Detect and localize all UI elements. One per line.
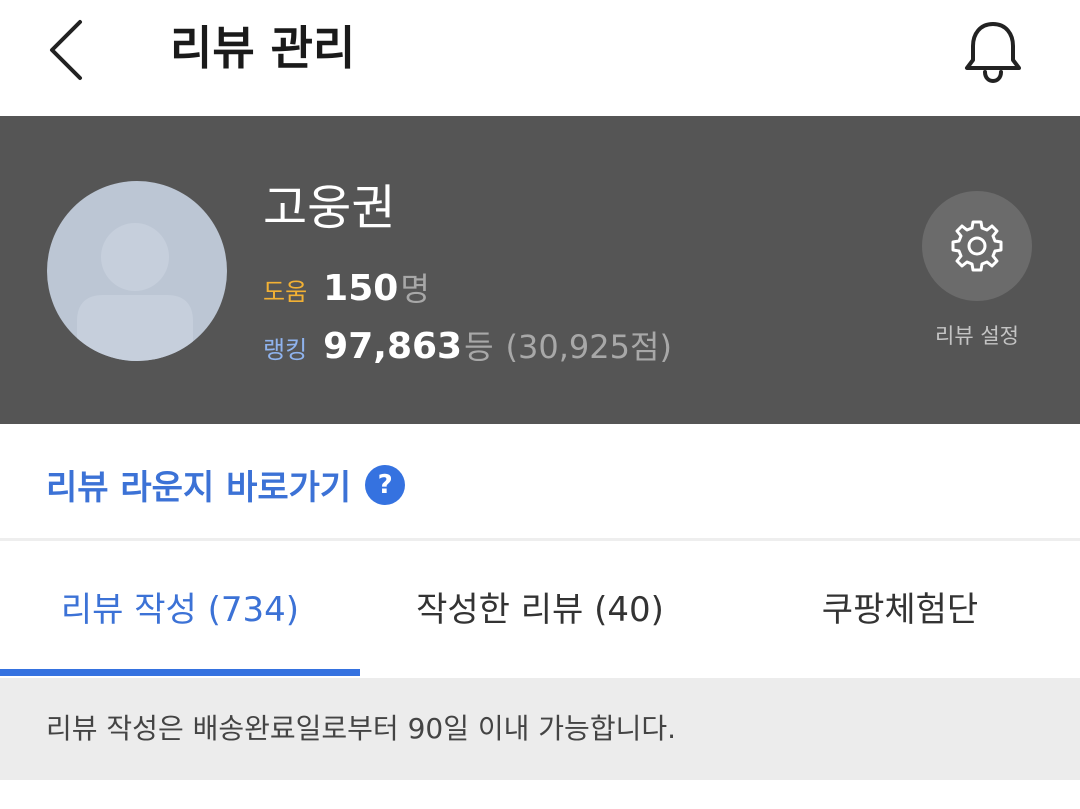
- review-lounge-section: 리뷰 라운지 바로가기 ?: [0, 424, 1080, 538]
- user-name: 고웅권: [263, 180, 396, 236]
- rank-label: 랭킹: [263, 336, 308, 364]
- review-lounge-link[interactable]: 리뷰 라운지 바로가기 ?: [46, 460, 406, 509]
- help-stat: 도움 150 명: [263, 264, 430, 310]
- app-header: 리뷰 관리: [0, 0, 1080, 116]
- profile-section: 고웅권 도움 150 명 랭킹 97,863 등 (30,925점) 리뷰 설정: [0, 116, 1080, 424]
- bell-icon: [965, 22, 1021, 84]
- rank-value: 97,863: [323, 326, 463, 367]
- back-button[interactable]: [38, 18, 94, 82]
- user-silhouette-icon: [77, 223, 193, 361]
- review-lounge-text: 리뷰 라운지 바로가기: [46, 468, 352, 508]
- chevron-left-icon: [50, 20, 82, 80]
- rank-stat: 랭킹 97,863 등 (30,925점): [263, 322, 672, 368]
- help-unit: 명: [400, 270, 430, 308]
- tab-written-reviews[interactable]: 작성한 리뷰 (40): [360, 541, 720, 678]
- gear-icon: [951, 220, 1003, 272]
- avatar: [47, 181, 227, 361]
- tab-write-review[interactable]: 리뷰 작성 (734): [0, 541, 360, 678]
- review-settings-button[interactable]: [922, 191, 1032, 301]
- notice-banner: 리뷰 작성은 배송완료일로부터 90일 이내 가능합니다.: [0, 678, 1080, 780]
- tab-coupang-experience[interactable]: 쿠팡체험단: [720, 541, 1080, 678]
- notification-button[interactable]: [958, 16, 1028, 86]
- question-icon[interactable]: ?: [365, 464, 406, 505]
- help-count: 150: [323, 268, 399, 309]
- review-tabs: 리뷰 작성 (734) 작성한 리뷰 (40) 쿠팡체험단: [0, 541, 1080, 678]
- rank-unit: 등: [464, 328, 494, 366]
- rank-points: (30,925점): [505, 328, 672, 366]
- page-title: 리뷰 관리: [170, 21, 356, 75]
- notice-text: 리뷰 작성은 배송완료일로부터 90일 이내 가능합니다.: [46, 712, 676, 745]
- review-settings-label: 리뷰 설정: [935, 324, 1019, 348]
- help-label: 도움: [263, 278, 308, 306]
